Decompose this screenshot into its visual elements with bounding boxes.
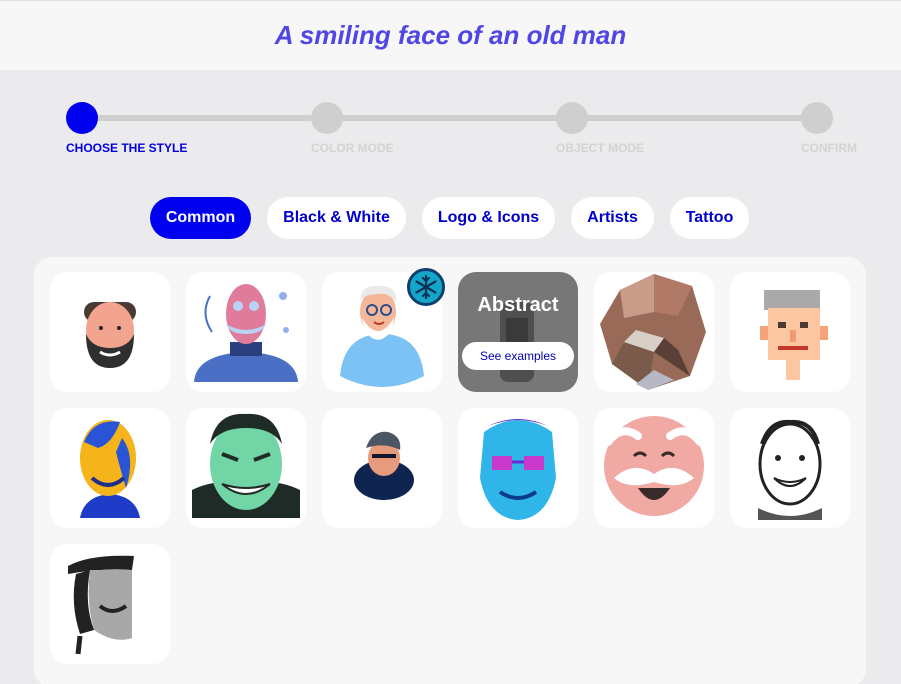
pink-face-thumbnail bbox=[194, 284, 298, 382]
bw-hat-man-thumbnail bbox=[68, 555, 134, 655]
tab-artists[interactable]: Artists bbox=[571, 197, 654, 239]
style-card-lowpoly-face[interactable] bbox=[594, 272, 714, 392]
step-dot-confirm[interactable] bbox=[801, 102, 833, 134]
style-card-yellow-blue-face[interactable] bbox=[50, 408, 170, 528]
style-card-green-grinning-man[interactable] bbox=[186, 408, 306, 528]
page-title: A smiling face of an old man bbox=[274, 20, 627, 50]
tab-logo-icons[interactable]: Logo & Icons bbox=[422, 197, 555, 239]
style-card-bw-hat-man[interactable] bbox=[50, 544, 170, 664]
style-card-laughing-face[interactable] bbox=[594, 408, 714, 528]
step-dot-color[interactable] bbox=[311, 102, 343, 134]
see-examples-button[interactable]: See examples bbox=[462, 342, 574, 370]
style-card-abstract[interactable]: Abstract See examples bbox=[458, 272, 578, 392]
style-card-sketch-smiling-man[interactable] bbox=[730, 408, 850, 528]
snowflake-icon bbox=[407, 268, 445, 306]
bearded-man-thumbnail bbox=[84, 302, 136, 368]
abstract-thumbnail bbox=[500, 302, 534, 382]
step-label-color: COLOR MODE bbox=[311, 141, 394, 155]
stepper-track bbox=[82, 115, 817, 121]
tab-common[interactable]: Common bbox=[150, 197, 251, 239]
style-card-bearded-man[interactable] bbox=[50, 272, 170, 392]
step-dot-object[interactable] bbox=[556, 102, 588, 134]
step-label-style: CHOOSE THE STYLE bbox=[66, 141, 188, 155]
tab-black-white[interactable]: Black & White bbox=[267, 197, 406, 239]
step-dot-style[interactable] bbox=[66, 102, 98, 134]
stepper: CHOOSE THE STYLE COLOR MODE OBJECT MODE … bbox=[0, 100, 901, 160]
abstract-title: Abstract bbox=[477, 294, 559, 316]
style-card-pink-face[interactable] bbox=[186, 272, 306, 392]
laughing-face-thumbnail bbox=[604, 416, 704, 516]
style-card-neon-glasses-face[interactable] bbox=[458, 408, 578, 528]
lowpoly-face-thumbnail bbox=[600, 274, 706, 390]
small-capped-man-thumbnail bbox=[354, 431, 414, 500]
tab-tattoo[interactable]: Tattoo bbox=[670, 197, 749, 239]
style-card-pixel-face[interactable] bbox=[730, 272, 850, 392]
sketch-smiling-man-thumbnail bbox=[758, 419, 822, 520]
neon-glasses-face-thumbnail bbox=[480, 419, 556, 520]
style-tabs: Common Black & White Logo & Icons Artist… bbox=[0, 197, 901, 241]
yellow-blue-face-thumbnail bbox=[80, 420, 140, 518]
pixel-face-thumbnail bbox=[760, 290, 828, 380]
green-grinning-man-thumbnail bbox=[192, 413, 300, 518]
step-label-confirm: CONFIRM bbox=[801, 141, 857, 155]
step-label-object: OBJECT MODE bbox=[556, 141, 645, 155]
style-card-small-capped-man[interactable] bbox=[322, 408, 442, 528]
